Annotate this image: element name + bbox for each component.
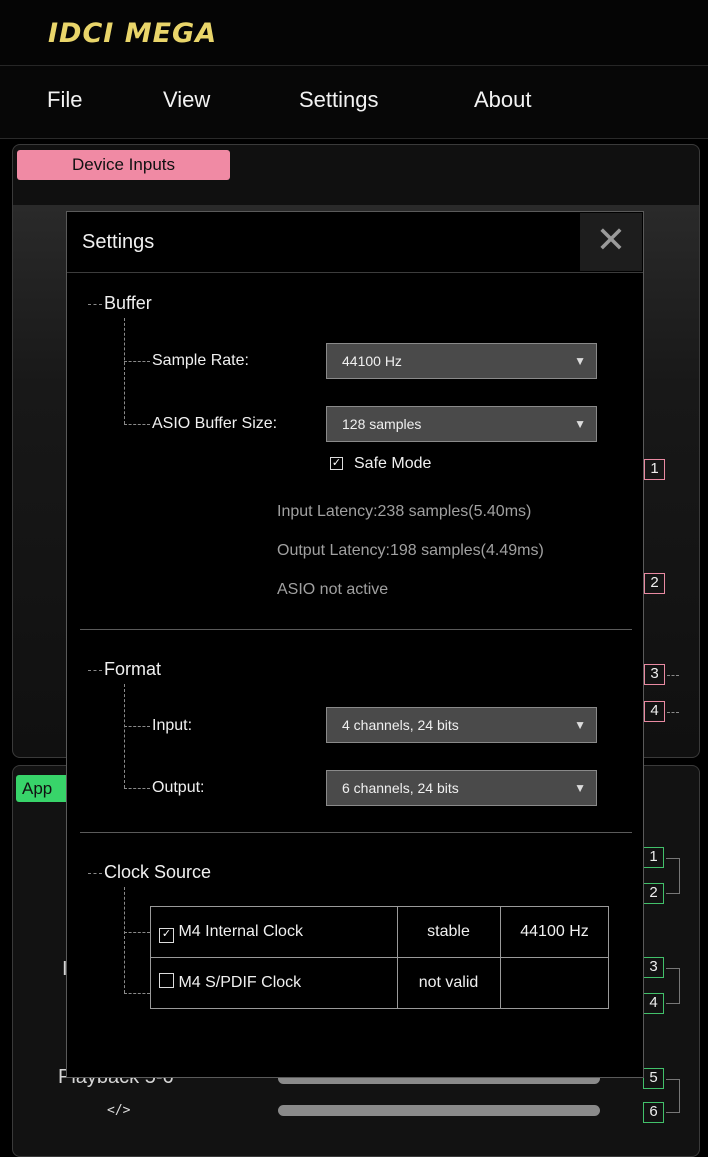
format-section-title: Format	[104, 659, 162, 679]
dropdown-arrow-icon: ▼	[574, 417, 586, 431]
sample-rate-value: 44100 Hz	[342, 353, 402, 369]
tree-line	[124, 361, 150, 362]
input-format-label: Input:	[152, 717, 193, 734]
channel-box-2: 2	[644, 573, 665, 594]
tree-line	[88, 670, 102, 671]
channel-pair-bracket	[666, 1079, 680, 1113]
input-latency-text: Input Latency:238 samples(5.40ms)	[277, 503, 532, 520]
safe-mode-checkbox[interactable]: ✓	[330, 457, 343, 470]
menu-settings[interactable]: Settings	[299, 87, 379, 113]
internal-clock-checkbox[interactable]: ✓	[159, 928, 174, 943]
menu-about[interactable]: About	[474, 87, 532, 113]
clock-rate	[500, 957, 609, 1009]
output-format-dropdown[interactable]: 6 channels, 24 bits ▼	[326, 770, 597, 806]
dropdown-arrow-icon: ▼	[574, 781, 586, 795]
tree-line	[88, 873, 102, 874]
volume-slider[interactable]	[278, 1105, 600, 1116]
sample-rate-dropdown[interactable]: 44100 Hz ▼	[326, 343, 597, 379]
close-button[interactable]: ✕	[580, 213, 642, 271]
channel-box-2: 2	[643, 883, 664, 904]
tree-line	[88, 304, 102, 305]
check-icon: ✓	[331, 457, 342, 469]
tree-line	[124, 993, 150, 994]
output-format-value: 6 channels, 24 bits	[342, 780, 459, 796]
dialog-title: Settings	[82, 231, 155, 253]
app-logo: IDCI MEGA	[48, 18, 218, 49]
asio-buffer-label: ASIO Buffer Size:	[152, 415, 278, 432]
clock-status: not valid	[397, 957, 501, 1009]
tree-line	[124, 788, 150, 789]
title-separator	[67, 272, 643, 273]
clock-name: M4 S/PDIF Clock	[178, 974, 302, 991]
table-row[interactable]: ✓ M4 Internal Clock	[150, 906, 398, 958]
safe-mode-label: Safe Mode	[354, 455, 432, 472]
tree-line	[124, 684, 125, 788]
tree-line	[124, 318, 125, 424]
channel-box-3: 3	[643, 957, 664, 978]
dropdown-arrow-icon: ▼	[574, 718, 586, 732]
channel-box-5: 5	[643, 1068, 664, 1089]
table-row[interactable]: M4 S/PDIF Clock	[150, 957, 398, 1009]
spdif-clock-checkbox[interactable]	[159, 973, 174, 988]
buffer-section-title: Buffer	[104, 293, 152, 313]
dropdown-arrow-icon: ▼	[574, 354, 586, 368]
clock-rate: 44100 Hz	[500, 906, 609, 958]
channel-box-4: 4	[643, 993, 664, 1014]
sample-rate-label: Sample Rate:	[152, 352, 249, 369]
section-divider	[80, 832, 632, 833]
menu-file[interactable]: File	[47, 87, 82, 113]
asio-buffer-dropdown[interactable]: 128 samples ▼	[326, 406, 597, 442]
close-icon: ✕	[595, 220, 627, 261]
channel-pair-bracket	[666, 858, 680, 894]
channel-connector	[667, 675, 679, 676]
clock-status: stable	[397, 906, 501, 958]
code-icon[interactable]: </>	[107, 1103, 130, 1118]
device-inputs-badge: Device Inputs	[17, 150, 230, 180]
tree-line	[124, 424, 150, 425]
input-format-dropdown[interactable]: 4 channels, 24 bits ▼	[326, 707, 597, 743]
tree-line	[124, 932, 150, 933]
check-icon: ✓	[161, 928, 172, 940]
channel-connector	[667, 712, 679, 713]
channel-box-6: 6	[643, 1102, 664, 1123]
tree-line	[124, 887, 125, 993]
input-format-value: 4 channels, 24 bits	[342, 717, 459, 733]
section-divider	[80, 629, 632, 630]
channel-box-1: 1	[643, 847, 664, 868]
channel-box-4: 4	[644, 701, 665, 722]
clock-name: M4 Internal Clock	[178, 923, 303, 940]
asio-buffer-value: 128 samples	[342, 416, 422, 432]
asio-status-text: ASIO not active	[277, 581, 389, 598]
channel-box-3: 3	[644, 664, 665, 685]
channel-box-1: 1	[644, 459, 665, 480]
menu-view[interactable]: View	[163, 87, 210, 113]
clock-section-title: Clock Source	[104, 862, 212, 882]
channel-pair-bracket	[666, 968, 680, 1004]
output-format-label: Output:	[152, 779, 205, 796]
tree-line	[124, 726, 150, 727]
output-latency-text: Output Latency:198 samples(4.49ms)	[277, 542, 544, 559]
